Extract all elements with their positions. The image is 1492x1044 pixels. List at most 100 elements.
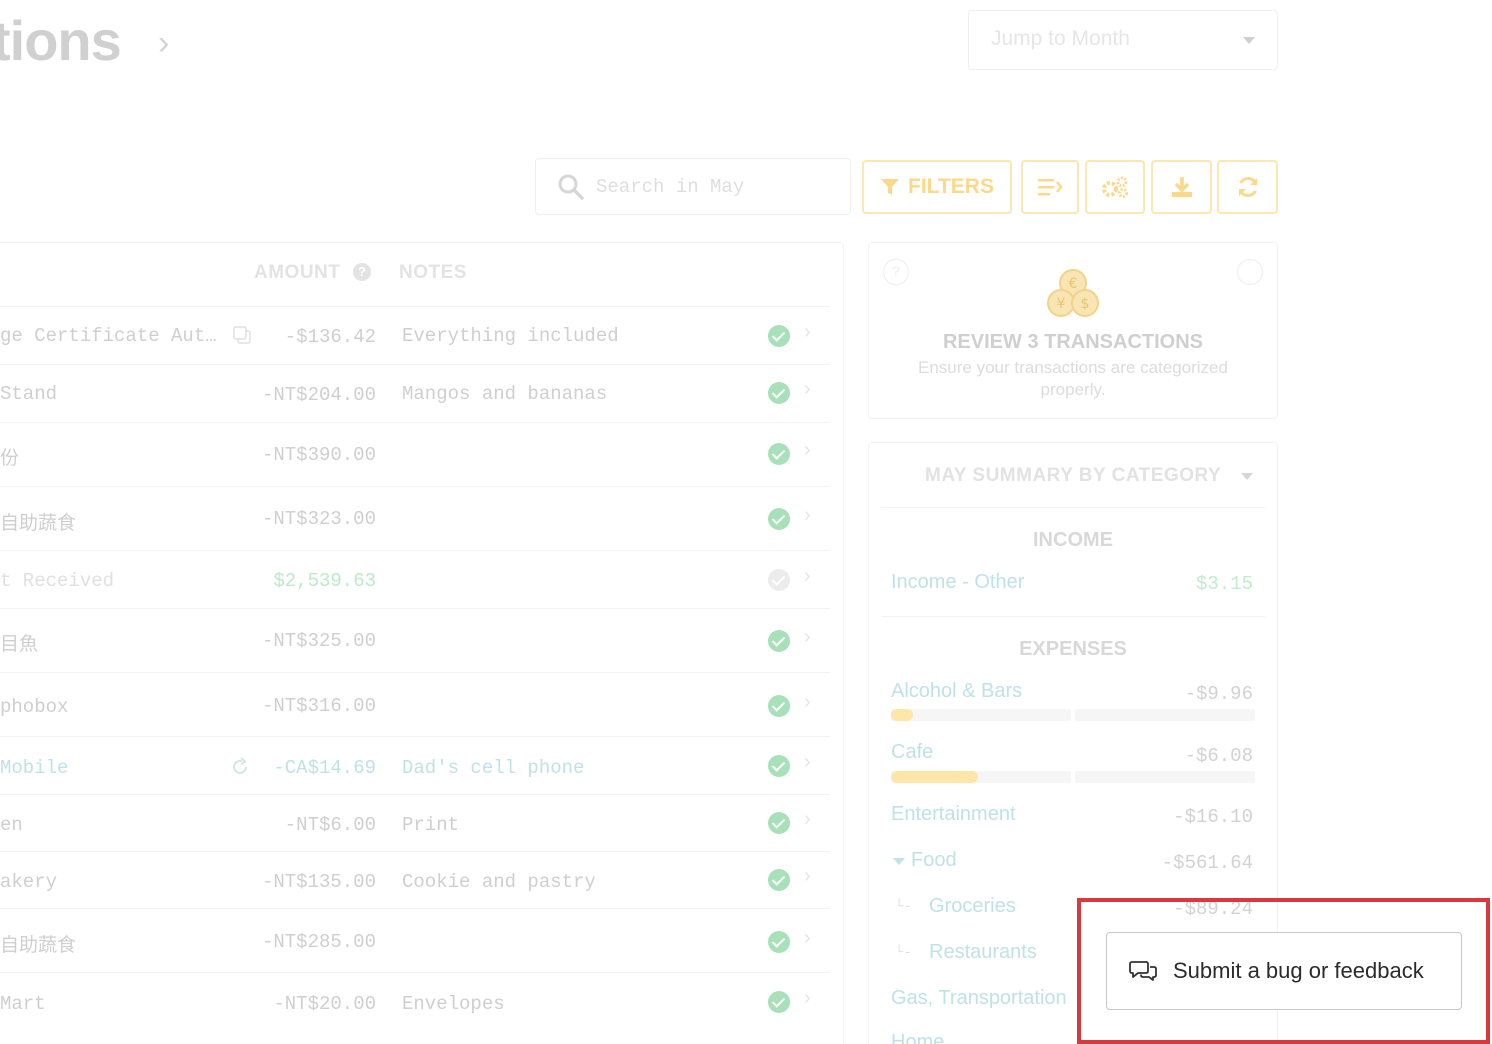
reviewed-check-icon[interactable]: [768, 325, 790, 347]
table-row[interactable]: 自助蔬食 -NT$285.00 ›: [0, 908, 830, 972]
row-payee: en: [0, 814, 23, 836]
row-payee: Stand: [0, 383, 58, 405]
submit-feedback-button[interactable]: Submit a bug or feedback: [1106, 932, 1462, 1010]
reviewed-check-icon[interactable]: [768, 695, 790, 717]
reviewed-check-icon[interactable]: [768, 508, 790, 530]
chevron-right-icon[interactable]: ›: [804, 987, 811, 1010]
row-amount: -NT$135.00: [261, 871, 376, 893]
row-payee: ge Certificate Aut…: [0, 325, 217, 347]
chevron-right-icon[interactable]: ›: [804, 808, 811, 831]
category-gas-transportation[interactable]: Gas, Transportation: [891, 987, 1067, 1010]
table-row[interactable]: 自助蔬食 -NT$323.00 ›: [0, 486, 830, 550]
table-row[interactable]: en -NT$6.00 Print ›: [0, 794, 830, 851]
reviewed-check-icon[interactable]: [768, 755, 790, 777]
chevron-right-icon[interactable]: ›: [804, 378, 811, 401]
row-amount: -NT$325.00: [261, 630, 376, 652]
caret-down-icon[interactable]: [1241, 473, 1253, 480]
reviewed-check-icon[interactable]: [768, 443, 790, 465]
table-row[interactable]: t Received $2,539.63 ›: [0, 550, 830, 608]
category-entertainment[interactable]: Entertainment: [891, 803, 1016, 826]
download-icon: [1171, 177, 1192, 197]
reviewed-check-icon[interactable]: [768, 812, 790, 834]
chevron-right-icon[interactable]: ›: [804, 691, 811, 714]
divider: [881, 616, 1265, 617]
copy-icon[interactable]: [232, 325, 252, 345]
recurring-icon[interactable]: [230, 757, 250, 777]
row-payee: 目魚: [0, 634, 39, 656]
submit-feedback-label: Submit a bug or feedback: [1173, 958, 1424, 983]
settings-button[interactable]: [1085, 160, 1145, 214]
category-progress-track: [891, 709, 1255, 721]
table-row[interactable]: phobox -NT$316.00 ›: [0, 672, 830, 736]
table-row[interactable]: Mart -NT$20.00 Envelopes ›: [0, 972, 830, 1030]
reviewed-check-icon[interactable]: [768, 931, 790, 953]
row-payee: akery: [0, 871, 58, 893]
caret-down-icon[interactable]: [893, 858, 905, 865]
filters-label: FILTERS: [908, 175, 994, 198]
reviewed-check-icon[interactable]: [768, 382, 790, 404]
help-icon[interactable]: ?: [353, 263, 371, 281]
help-circle-icon[interactable]: ?: [883, 259, 909, 285]
summary-title[interactable]: MAY SUMMARY BY CATEGORY: [925, 465, 1221, 487]
column-header-notes[interactable]: NOTES: [399, 262, 467, 284]
search-box[interactable]: [535, 158, 851, 215]
chevron-right-icon[interactable]: ›: [804, 865, 811, 888]
category-groceries[interactable]: Groceries: [929, 895, 1016, 918]
caret-down-icon: [1243, 37, 1255, 44]
chevron-right-icon[interactable]: ›: [804, 751, 811, 774]
category-value: -$561.64: [1161, 852, 1253, 874]
search-input[interactable]: [596, 173, 836, 201]
row-notes: Cookie and pastry: [402, 871, 596, 893]
app-background: tions › Jump to Month FILTERS AMOUNT ? N…: [0, 0, 1492, 1044]
table-row[interactable]: ge Certificate Aut… -$136.42 Everything …: [0, 306, 830, 364]
category-value: -$16.10: [1173, 806, 1253, 828]
dismiss-check-icon[interactable]: [1237, 259, 1263, 285]
chevron-right-icon[interactable]: ›: [158, 24, 169, 63]
row-notes: Mangos and bananas: [402, 383, 608, 405]
bulk-edit-button[interactable]: [1021, 160, 1079, 214]
filters-button[interactable]: FILTERS: [862, 160, 1012, 214]
refresh-button[interactable]: [1217, 160, 1278, 214]
jump-to-month-placeholder: Jump to Month: [991, 27, 1130, 50]
row-payee: 自助蔬食: [0, 935, 77, 957]
chevron-right-icon[interactable]: ›: [804, 439, 811, 462]
table-row[interactable]: 份 -NT$390.00 ›: [0, 422, 830, 486]
row-amount: -NT$390.00: [261, 444, 376, 466]
row-amount: -CA$14.69: [273, 757, 376, 779]
category-progress-bar: [891, 709, 913, 721]
chevron-right-icon[interactable]: ›: [804, 565, 811, 588]
category-restaurants[interactable]: Restaurants: [929, 941, 1037, 964]
category-home[interactable]: Home: [891, 1031, 944, 1044]
category-alcohol-bars[interactable]: Alcohol & Bars: [891, 680, 1022, 703]
category-income-other[interactable]: Income - Other: [891, 571, 1024, 594]
svg-text:$: $: [1081, 296, 1090, 312]
row-payee: Mart: [0, 993, 46, 1015]
svg-text:¥: ¥: [1057, 296, 1066, 312]
column-header-amount[interactable]: AMOUNT: [254, 262, 340, 284]
jump-to-month-select[interactable]: Jump to Month: [968, 10, 1278, 70]
table-row[interactable]: 目魚 -NT$325.00 ›: [0, 608, 830, 672]
chevron-right-icon[interactable]: ›: [804, 626, 811, 649]
tree-connector: └-: [895, 899, 912, 915]
table-row[interactable]: Stand -NT$204.00 Mangos and bananas ›: [0, 364, 830, 422]
tree-connector: └-: [895, 945, 912, 961]
review-transactions-card[interactable]: ? € ¥ $ REVIEW 3 TRANSACTIONS Ensure you…: [868, 242, 1278, 419]
search-icon: [558, 174, 584, 205]
chevron-right-icon[interactable]: ›: [804, 504, 811, 527]
download-button[interactable]: [1151, 160, 1212, 214]
reviewed-check-icon[interactable]: [768, 630, 790, 652]
table-row[interactable]: akery -NT$135.00 Cookie and pastry ›: [0, 851, 830, 908]
chevron-right-icon[interactable]: ›: [804, 321, 811, 344]
category-food[interactable]: Food: [911, 849, 957, 872]
reviewed-check-icon[interactable]: [768, 991, 790, 1013]
reviewed-check-icon[interactable]: [768, 869, 790, 891]
unreviewed-check-icon[interactable]: [768, 569, 790, 591]
chevron-right-icon[interactable]: ›: [804, 927, 811, 950]
row-notes: Envelopes: [402, 993, 505, 1015]
row-notes: Everything included: [402, 325, 619, 347]
category-cafe[interactable]: Cafe: [891, 741, 933, 764]
row-payee: phobox: [0, 696, 69, 718]
table-row[interactable]: Mobile -CA$14.69 Dad's cell phone ›: [0, 736, 830, 794]
row-amount: -NT$316.00: [261, 695, 376, 717]
chat-bubbles-icon: [1129, 961, 1157, 981]
